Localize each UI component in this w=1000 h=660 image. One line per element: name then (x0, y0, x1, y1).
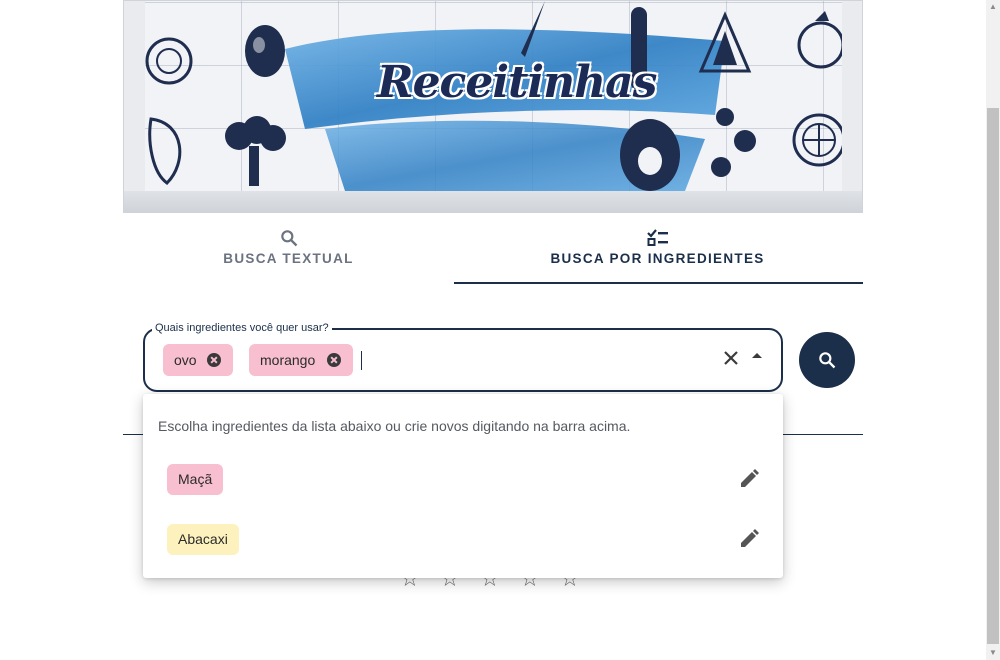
ingredient-chip-label: ovo (174, 352, 197, 368)
dropdown-option[interactable]: Abacaxi (143, 512, 783, 568)
ingredients-input[interactable] (143, 328, 783, 392)
remove-chip-icon[interactable] (327, 353, 341, 367)
scroll-up-icon[interactable]: ▲ (988, 2, 998, 12)
shell-illustration (145, 36, 193, 91)
search-icon (279, 228, 299, 253)
checklist-icon (646, 228, 669, 251)
text-cursor (361, 351, 362, 370)
ingredient-chip[interactable]: ovo (163, 344, 233, 376)
tab-text-search[interactable]: BUSCA TEXTUAL (123, 213, 454, 285)
scroll-thumb[interactable] (987, 108, 999, 644)
option-chip: Abacaxi (167, 524, 239, 555)
option-chip: Maçã (167, 464, 224, 495)
scrollbar[interactable]: ▲ ▼ (986, 0, 1000, 660)
tab-text-search-label: BUSCA TEXTUAL (223, 251, 354, 266)
banner: Receitinhas (123, 0, 863, 213)
broccoli-illustration (219, 116, 289, 191)
ingredients-dropdown: Escolha ingredientes da lista abaixo ou … (143, 394, 783, 578)
banner-image: Receitinhas (145, 1, 842, 191)
pineapple-slice-illustration (697, 11, 753, 82)
ingredient-chip-label: morango (260, 352, 316, 368)
tab-ingredient-search[interactable]: BUSCA POR INGREDIENTES (492, 213, 823, 285)
search-icon (817, 350, 837, 375)
orange-slice-illustration (791, 109, 842, 176)
scroll-down-icon[interactable]: ▼ (988, 648, 998, 658)
edit-icon[interactable] (738, 468, 760, 490)
salmon-illustration (145, 113, 189, 190)
search-button[interactable] (799, 332, 855, 388)
avocado-illustration (615, 113, 685, 191)
berries-illustration (705, 101, 765, 191)
banner-frame (124, 191, 862, 213)
tomato-illustration (795, 5, 842, 84)
dropdown-hint: Escolha ingredientes da lista abaixo ou … (158, 418, 631, 434)
tab-ingredient-search-label: BUSCA POR INGREDIENTES (550, 251, 765, 266)
active-tab-indicator (454, 282, 863, 284)
lemon-illustration (241, 21, 289, 84)
remove-chip-icon[interactable] (207, 353, 221, 367)
collapse-arrow-icon[interactable] (752, 353, 762, 358)
ingredient-chip[interactable]: morango (249, 344, 353, 376)
dropdown-option[interactable]: Maçã (143, 452, 783, 508)
clear-icon[interactable] (721, 348, 741, 368)
edit-icon[interactable] (738, 528, 760, 550)
app-title: Receitinhas (377, 57, 657, 108)
ingredients-input-label: Quais ingredientes você quer usar? (152, 322, 332, 334)
search-mode-tabs: BUSCA TEXTUAL BUSCA POR INGREDIENTES (123, 213, 863, 285)
